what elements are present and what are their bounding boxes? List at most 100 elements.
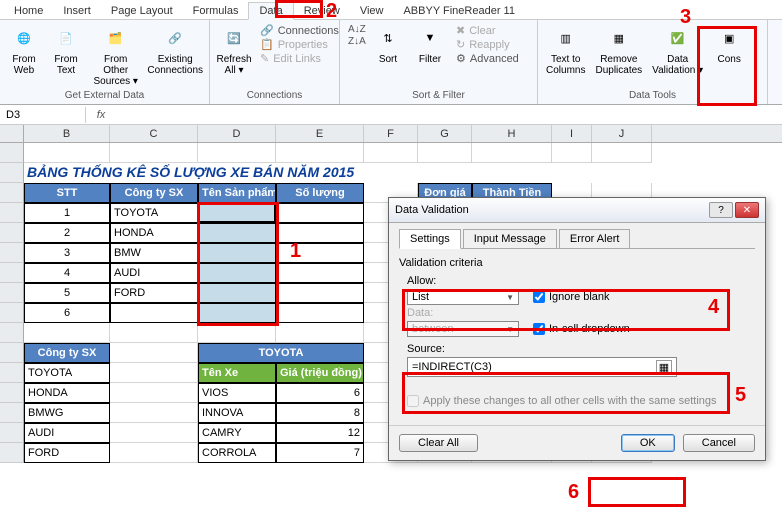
- dropdown-icon[interactable]: ▼: [363, 205, 364, 219]
- reapply-button[interactable]: ↻Reapply: [456, 38, 519, 51]
- filter-button[interactable]: ▼Filter: [410, 22, 450, 67]
- from-text-button[interactable]: 📄FromText: [46, 22, 86, 78]
- refresh-all-button[interactable]: 🔄RefreshAll ▾: [214, 22, 254, 78]
- model-price[interactable]: 8: [276, 403, 364, 423]
- close-button[interactable]: ✕: [735, 202, 759, 218]
- col-g[interactable]: G: [418, 125, 472, 142]
- td-sl[interactable]: [276, 283, 364, 303]
- sort-az-button[interactable]: A↓Z: [348, 24, 362, 35]
- td-stt[interactable]: 1: [24, 203, 110, 223]
- globe-icon: 🌐: [10, 24, 38, 52]
- td-cty[interactable]: TOYOTA: [110, 203, 198, 223]
- lookup-company[interactable]: FORD: [24, 443, 110, 463]
- tab-formulas[interactable]: Formulas: [183, 3, 249, 19]
- existing-connections-button[interactable]: 🔗ExistingConnections: [145, 22, 205, 78]
- source-input[interactable]: =INDIRECT(C3)▦: [407, 357, 677, 377]
- connections-button[interactable]: 🔗Connections: [260, 24, 339, 37]
- model-name[interactable]: VIOS: [198, 383, 276, 403]
- col-c[interactable]: C: [110, 125, 198, 142]
- col-h[interactable]: H: [472, 125, 552, 142]
- td-ten[interactable]: [198, 283, 276, 303]
- lookup-brand[interactable]: TOYOTA: [198, 343, 364, 363]
- col-d[interactable]: D: [198, 125, 276, 142]
- col-i[interactable]: I: [552, 125, 592, 142]
- td-sl[interactable]: [276, 223, 364, 243]
- clear-filter-button[interactable]: ✖Clear: [456, 24, 519, 37]
- ok-button[interactable]: OK: [621, 434, 675, 452]
- col-j[interactable]: J: [592, 125, 652, 142]
- col-b[interactable]: B: [24, 125, 110, 142]
- dlg-tab-settings[interactable]: Settings: [399, 229, 461, 249]
- td-stt[interactable]: 6: [24, 303, 110, 323]
- col-f[interactable]: F: [364, 125, 418, 142]
- sort-za-button[interactable]: Z↓A: [348, 36, 362, 47]
- help-button[interactable]: ?: [709, 202, 733, 218]
- tab-page-layout[interactable]: Page Layout: [101, 3, 183, 19]
- td-sl[interactable]: [276, 243, 364, 263]
- group-label-connections: Connections: [214, 89, 335, 102]
- sheet-title: BẢNG THỐNG KÊ SỐ LƯỢNG XE BÁN NĂM 2015: [27, 164, 354, 180]
- col-e[interactable]: E: [276, 125, 364, 142]
- tab-insert[interactable]: Insert: [53, 3, 101, 19]
- lookup-company[interactable]: TOYOTA: [24, 363, 110, 383]
- td-cty[interactable]: [110, 303, 198, 323]
- model-price[interactable]: 6: [276, 383, 364, 403]
- lookup-company[interactable]: AUDI: [24, 423, 110, 443]
- ribbon-tabs: Home Insert Page Layout Formulas Data Re…: [0, 0, 782, 20]
- td-cty[interactable]: HONDA: [110, 223, 198, 243]
- ignore-blank-checkbox[interactable]: Ignore blank: [533, 291, 610, 303]
- name-box[interactable]: D3: [0, 107, 86, 123]
- model-price[interactable]: 7: [276, 443, 364, 463]
- model-name[interactable]: CAMRY: [198, 423, 276, 443]
- td-ten[interactable]: [198, 203, 276, 223]
- cancel-button[interactable]: Cancel: [683, 434, 755, 452]
- td-sl[interactable]: [276, 303, 364, 323]
- range-picker-icon[interactable]: ▦: [656, 360, 672, 374]
- properties-button[interactable]: 📋Properties: [260, 38, 339, 51]
- consolidate-button[interactable]: ▣Cons: [709, 22, 749, 67]
- tab-home[interactable]: Home: [4, 3, 53, 19]
- remove-duplicates-button[interactable]: ▦RemoveDuplicates: [591, 22, 646, 78]
- from-web-button[interactable]: 🌐FromWeb: [4, 22, 44, 78]
- data-validation-button[interactable]: ✅DataValidation ▾: [648, 22, 707, 78]
- td-stt[interactable]: 5: [24, 283, 110, 303]
- dlg-tab-input-message[interactable]: Input Message: [463, 229, 557, 249]
- td-ten[interactable]: [198, 243, 276, 263]
- dialog-titlebar[interactable]: Data Validation ? ✕: [389, 198, 765, 223]
- td-sl[interactable]: [276, 263, 364, 283]
- td-stt[interactable]: 4: [24, 263, 110, 283]
- db-icon: 🗂️: [102, 24, 130, 52]
- td-cty[interactable]: AUDI: [110, 263, 198, 283]
- td-ten[interactable]: [198, 223, 276, 243]
- sort-button[interactable]: ⇅Sort: [368, 22, 408, 67]
- text-to-columns-button[interactable]: ▥Text toColumns: [542, 22, 589, 78]
- lookup-company[interactable]: BMWG: [24, 403, 110, 423]
- model-name[interactable]: INNOVA: [198, 403, 276, 423]
- from-other-sources-button[interactable]: 🗂️From OtherSources ▾: [88, 22, 143, 89]
- tab-data[interactable]: Data: [248, 2, 293, 20]
- model-price[interactable]: 12: [276, 423, 364, 443]
- td-stt[interactable]: 2: [24, 223, 110, 243]
- clear-all-button[interactable]: Clear All: [399, 434, 478, 452]
- td-ten[interactable]: [198, 303, 276, 323]
- column-headers: B C D E F G H I J: [0, 125, 782, 143]
- fx-icon[interactable]: fx: [86, 109, 116, 121]
- allow-select[interactable]: List▼: [407, 289, 519, 305]
- advanced-filter-button[interactable]: ⚙Advanced: [456, 52, 519, 65]
- lookup-company[interactable]: HONDA: [24, 383, 110, 403]
- tab-review[interactable]: Review: [294, 3, 350, 19]
- tab-view[interactable]: View: [350, 3, 394, 19]
- tab-abbyy[interactable]: ABBYY FineReader 11: [393, 3, 525, 19]
- properties-icon: 📋: [260, 38, 274, 51]
- td-sl[interactable]: ▼: [276, 203, 364, 223]
- td-stt[interactable]: 3: [24, 243, 110, 263]
- model-name[interactable]: CORROLA: [198, 443, 276, 463]
- formula-input[interactable]: [116, 113, 782, 117]
- allow-label: Allow:: [407, 275, 747, 287]
- td-ten[interactable]: [198, 263, 276, 283]
- incell-dropdown-checkbox[interactable]: In-cell dropdown: [533, 323, 630, 335]
- dlg-tab-error-alert[interactable]: Error Alert: [559, 229, 631, 249]
- edit-links-button[interactable]: ✎Edit Links: [260, 52, 339, 65]
- td-cty[interactable]: BMW: [110, 243, 198, 263]
- td-cty[interactable]: FORD: [110, 283, 198, 303]
